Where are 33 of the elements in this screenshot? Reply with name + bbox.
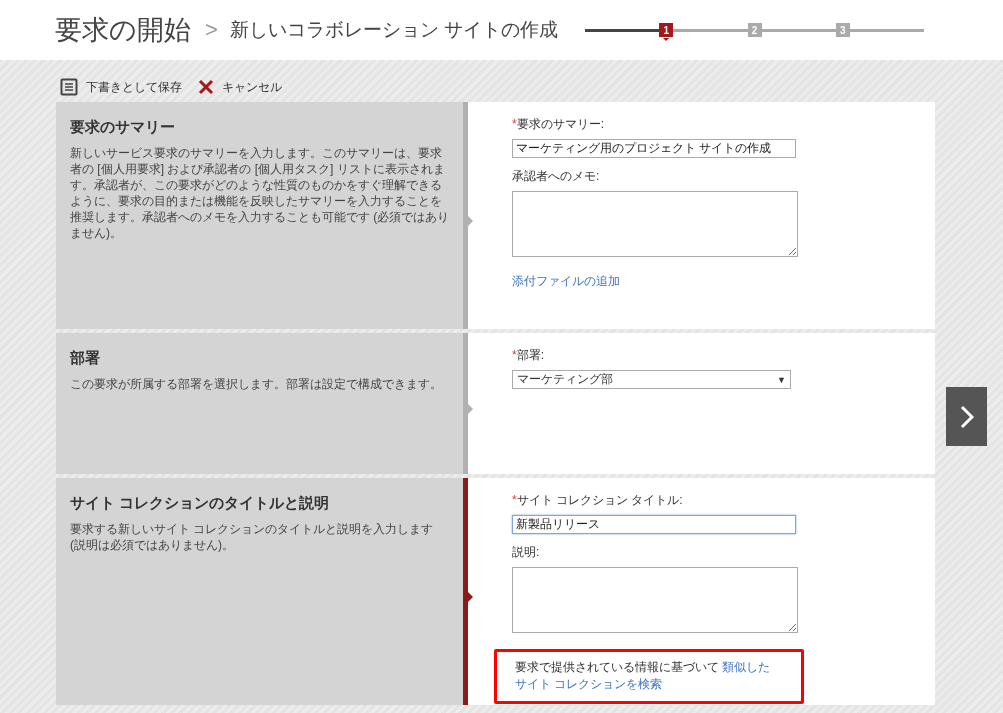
search-link[interactable]: 類似した <box>722 660 771 674</box>
text-field[interactable]: 新製品リリース <box>512 515 796 534</box>
text-field[interactable]: マーケティング用のプロジェクト サイトの作成 <box>512 139 796 158</box>
breadcrumb-separator: > <box>205 17 218 43</box>
section-description: 要求する新しいサイト コレクションのタイトルと説明を入力します (説明は必須ではありません)。 <box>70 521 435 553</box>
chevron-right-icon <box>959 404 974 429</box>
close-icon <box>198 79 214 95</box>
page-title: 要求の開始 <box>55 14 191 47</box>
text-area[interactable] <box>512 191 798 257</box>
section-description: この要求が所属する部署を選択します。部署は設定で構成できます。 <box>70 376 443 392</box>
field-label: *部署: <box>512 347 545 364</box>
save-draft-button[interactable]: 下書きとして保存 <box>60 78 182 96</box>
next-button[interactable] <box>946 387 987 446</box>
field-label: *サイト コレクション タイトル: <box>512 492 684 509</box>
section-title: 部署 <box>70 349 101 368</box>
caret-icon: ▼ <box>777 374 786 385</box>
add-attachment-link[interactable]: 添付ファイルの追加 <box>512 273 935 290</box>
cancel-button[interactable]: キャンセル <box>198 78 282 96</box>
dropdown[interactable]: マーケティング部 ▼ <box>512 370 791 389</box>
field-label: 説明: <box>512 544 541 561</box>
required-asterisk: * <box>512 348 517 362</box>
section-description: 新しいサービス要求のサマリーを入力します。このサマリーは、要求者の [個人用要求] および承認者の [個人用タスク] リストに表示されます。承認者が、この要求がどのような性質のものかをすぐ理解できるように、要求の目的または機能を反映したサマリーを入力することを推奨します。承認者へのメモを入力することも可能です (必須ではありません)。 <box>70 145 450 241</box>
section-title: 要求のサマリー <box>70 118 176 137</box>
field-label: *要求のサマリー: <box>512 116 605 133</box>
required-asterisk: * <box>512 493 517 507</box>
search-link[interactable]: サイト コレクションを検索 <box>515 677 663 691</box>
search-hint: 要求で提供されている情報に基づいて 類似した サイト コレクションを検索 <box>515 659 772 693</box>
document-icon <box>60 78 78 96</box>
required-asterisk: * <box>512 117 517 131</box>
field-label: 承認者へのメモ: <box>512 168 601 185</box>
section-title: サイト コレクションのタイトルと説明 <box>70 494 331 513</box>
page-subtitle: 新しいコラボレーション サイトの作成 <box>229 18 559 42</box>
text-area[interactable] <box>512 567 798 633</box>
